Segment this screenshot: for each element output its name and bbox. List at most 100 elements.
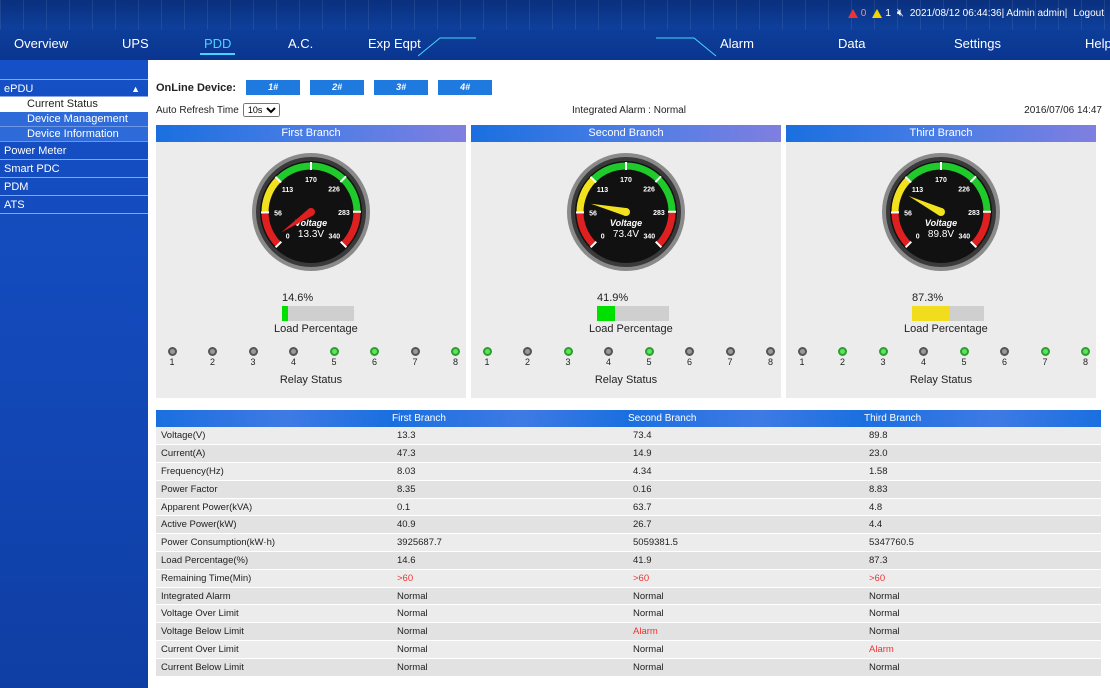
row-label: Remaining Time(Min) bbox=[156, 569, 392, 588]
yellow-alarm-icon[interactable] bbox=[872, 8, 883, 18]
table-cell: Normal bbox=[864, 658, 1101, 677]
table-cell: 41.9 bbox=[628, 551, 864, 570]
row-label: Voltage Over Limit bbox=[156, 604, 392, 624]
relay-indicator: 4 bbox=[604, 347, 614, 367]
row-label: Power Consumption(kW·h) bbox=[156, 533, 392, 553]
nav-alarm[interactable]: Alarm bbox=[720, 36, 754, 51]
relay-led-icon bbox=[248, 347, 258, 356]
voltage-gauge: 0 56 113 170 226 283 340Voltage73.4V bbox=[567, 153, 685, 271]
logout-link[interactable]: Logout bbox=[1073, 8, 1104, 19]
nav-help[interactable]: Help bbox=[1085, 36, 1110, 51]
relay-number: 3 bbox=[565, 357, 571, 367]
nav-decoration bbox=[418, 37, 717, 57]
relay-led-icon bbox=[838, 347, 847, 356]
sidebar-item-current-status[interactable]: Current Status bbox=[0, 97, 148, 112]
table-cell: 14.6 bbox=[392, 551, 628, 570]
table-cell: Normal bbox=[392, 622, 628, 642]
gauge-value: 13.3V bbox=[298, 229, 324, 240]
gauge-tick-label: 0 bbox=[916, 233, 920, 240]
table-cell: 4.8 bbox=[864, 498, 1101, 517]
mute-speaker-icon[interactable]: 🔇︎ bbox=[897, 7, 904, 20]
relay-led-icon bbox=[959, 347, 969, 356]
gauge-hub bbox=[937, 208, 945, 216]
table-cell: Normal bbox=[628, 604, 864, 624]
relay-indicator: 7 bbox=[725, 347, 735, 367]
gauge-tick-label: 226 bbox=[958, 186, 970, 193]
sidebar-item-label: ePDU bbox=[4, 83, 34, 95]
relay-indicator: 1 bbox=[797, 347, 807, 367]
table-cell: 63.7 bbox=[628, 498, 864, 517]
relay-status-label: Relay Status bbox=[279, 374, 343, 386]
status-text: 2021/08/12 06:44:36| Admin admin| bbox=[909, 7, 1068, 19]
branch-panel-third: Third Branch 0 56 113 170 226 283 340 Voltage 89.… bbox=[786, 125, 1096, 398]
table-row: Remaining Time(Min) >60 >60 >60 bbox=[156, 569, 1101, 588]
device-button-3[interactable]: 3# bbox=[374, 80, 429, 95]
nav-ac[interactable]: A.C. bbox=[288, 36, 313, 51]
table-header: Third Branch bbox=[864, 410, 1101, 427]
gauge-tick-label: 56 bbox=[274, 210, 282, 217]
gauge-tick-label: 340 bbox=[643, 233, 655, 240]
voltage-gauge: 056113170226283340Voltage13.3V bbox=[252, 153, 370, 271]
gauge-tick-label: 340 bbox=[328, 233, 340, 240]
relay-number: 7 bbox=[727, 357, 733, 367]
relay-indicator: 2 bbox=[208, 347, 218, 367]
table-row: Integrated Alarm Normal Normal Normal bbox=[156, 587, 1101, 606]
nav-data[interactable]: Data bbox=[838, 36, 865, 51]
table-cell: 8.35 bbox=[392, 480, 628, 499]
relay-number: 4 bbox=[605, 357, 611, 367]
relay-status-label: Relay Status bbox=[909, 374, 973, 386]
relay-led-icon bbox=[563, 347, 573, 356]
table-cell: 4.4 bbox=[864, 515, 1101, 535]
gauge-tick-label: 0 bbox=[286, 233, 290, 240]
table-cell: 14.9 bbox=[628, 444, 864, 464]
device-button-1[interactable]: 1# bbox=[246, 80, 301, 95]
gauge-tick-label: 340 bbox=[958, 233, 970, 240]
nav-exp-eqpt[interactable]: Exp Eqpt bbox=[368, 36, 421, 51]
nav-settings[interactable]: Settings bbox=[954, 36, 1001, 51]
row-label: Active Power(kW) bbox=[156, 515, 392, 535]
nav-overview[interactable]: Overview bbox=[14, 36, 68, 51]
sidebar-item-device-information[interactable]: Device Information bbox=[0, 127, 148, 142]
relay-led-icon bbox=[329, 347, 339, 356]
relay-number: 3 bbox=[880, 357, 886, 367]
table-row: Power Factor 8.35 0.16 8.83 bbox=[156, 480, 1101, 499]
table-cell: 5347760.5 bbox=[864, 533, 1101, 553]
relay-number: 1 bbox=[799, 357, 805, 367]
device-button-4[interactable]: 4# bbox=[438, 80, 493, 95]
gauge-tick-label: 170 bbox=[620, 177, 632, 184]
header: 0 1 🔇︎ 2021/08/12 06:44:36| Admin admin|… bbox=[0, 0, 1110, 60]
nav-pdd[interactable]: PDD bbox=[199, 36, 236, 55]
relay-indicator: 3 bbox=[563, 347, 573, 367]
relay-indicator: 2 bbox=[523, 347, 533, 367]
sidebar-item-pdm[interactable]: PDM bbox=[0, 178, 148, 196]
table-header-row: First Branch Second Branch Third Branch bbox=[156, 410, 1101, 427]
relay-number: 7 bbox=[1042, 357, 1048, 367]
relay-number: 1 bbox=[484, 357, 490, 367]
sidebar-item-ats[interactable]: ATS bbox=[0, 196, 148, 214]
gauge-tick-label: 113 bbox=[282, 187, 293, 194]
relay-led-icon bbox=[289, 347, 298, 356]
sidebar-item-device-management[interactable]: Device Management bbox=[0, 112, 148, 127]
relay-indicator: 3 bbox=[248, 347, 258, 367]
table-cell: 47.3 bbox=[392, 444, 628, 464]
load-percentage-value: 41.9% bbox=[597, 292, 629, 304]
load-bar-fill bbox=[912, 306, 950, 321]
relay-led-icon bbox=[370, 347, 379, 356]
relay-number: 6 bbox=[686, 357, 692, 367]
table-cell: 4.34 bbox=[628, 462, 864, 481]
relay-number: 7 bbox=[412, 357, 418, 367]
red-alarm-icon[interactable] bbox=[847, 8, 858, 18]
table-cell: 0.1 bbox=[392, 498, 628, 517]
sidebar-item-smart-pdc[interactable]: Smart PDC bbox=[0, 160, 148, 178]
nav-ups[interactable]: UPS bbox=[122, 36, 149, 51]
voltage-gauge: 0 56 113 170 226 283 340Voltage89.8V bbox=[882, 153, 1000, 271]
caret-up-icon: ▲ bbox=[131, 84, 140, 94]
sidebar-item-epdu[interactable]: ePDU ▲ bbox=[0, 79, 148, 97]
table-cell: 0.16 bbox=[628, 480, 864, 499]
device-button-2[interactable]: 2# bbox=[310, 80, 365, 95]
table-cell: >60 bbox=[628, 569, 864, 588]
main-content: OnLine Device: 1# 2# 3# 4# Auto Refresh … bbox=[148, 60, 1110, 688]
sidebar-item-power-meter[interactable]: Power Meter bbox=[0, 142, 148, 160]
gauge-tick-label: 283 bbox=[338, 210, 350, 217]
table-cell: Normal bbox=[864, 587, 1101, 606]
